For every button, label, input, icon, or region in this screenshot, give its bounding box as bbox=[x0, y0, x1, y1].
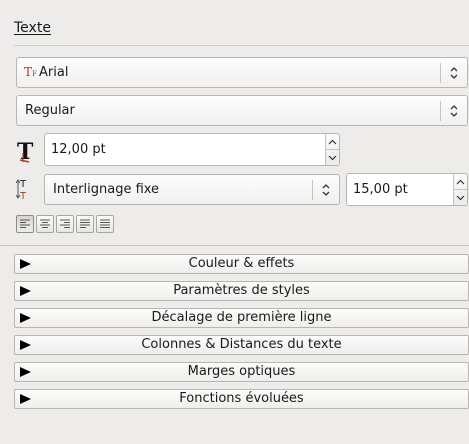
font-family-select[interactable]: TF Arial bbox=[16, 57, 468, 88]
line-spacing-mode-value: Interlignage fixe bbox=[53, 182, 160, 197]
svg-text:T: T bbox=[19, 191, 27, 201]
section-label: Décalage de première ligne bbox=[151, 310, 332, 325]
align-force-justify-icon bbox=[100, 219, 110, 228]
line-spacing-spin-buttons bbox=[453, 174, 467, 205]
font-size-spin-buttons bbox=[325, 134, 339, 165]
align-left-button[interactable] bbox=[16, 215, 34, 233]
chevron-up-icon bbox=[456, 179, 465, 185]
align-justify-button[interactable] bbox=[76, 215, 94, 233]
line-spacing-value: 15,00 pt bbox=[353, 182, 408, 197]
font-family-icon: TF bbox=[24, 65, 37, 79]
align-force-justify-button[interactable] bbox=[96, 215, 114, 233]
align-center-button[interactable] bbox=[36, 215, 54, 233]
up-down-arrows-icon bbox=[450, 67, 458, 79]
font-style-select[interactable]: Regular bbox=[16, 95, 468, 126]
section-label: Paramètres de styles bbox=[173, 283, 310, 298]
combo-separator bbox=[440, 101, 441, 121]
align-right-icon bbox=[60, 219, 70, 228]
font-family-value: Arial bbox=[39, 65, 69, 80]
chevron-down-icon bbox=[328, 155, 337, 160]
text-properties-panel: Texte TF Arial Regular T 12,00 pt T T In… bbox=[0, 0, 469, 444]
section-parametres-styles[interactable]: Paramètres de styles bbox=[14, 281, 469, 301]
combo-separator bbox=[440, 63, 441, 83]
svg-text:T: T bbox=[19, 179, 27, 190]
section-fonctions-evoluees[interactable]: Fonctions évoluées bbox=[14, 389, 469, 409]
font-size-spinbox[interactable]: 12,00 pt bbox=[44, 133, 340, 166]
section-decalage-premiere-ligne[interactable]: Décalage de première ligne bbox=[14, 308, 469, 328]
align-left-icon bbox=[20, 219, 30, 228]
line-spacing-spinbox[interactable]: 15,00 pt bbox=[346, 173, 468, 206]
title-separator bbox=[14, 45, 469, 46]
section-label: Marges optiques bbox=[187, 364, 296, 379]
line-spacing-decrement-button[interactable] bbox=[454, 190, 467, 206]
section-label: Couleur & effets bbox=[188, 256, 295, 271]
section-label: Fonctions évoluées bbox=[179, 391, 304, 406]
font-style-value: Regular bbox=[25, 103, 75, 118]
section-couleur-effets[interactable]: Couleur & effets bbox=[14, 254, 469, 274]
font-size-icon: T bbox=[17, 139, 34, 164]
up-down-arrows-icon bbox=[450, 105, 458, 117]
font-size-value: 12,00 pt bbox=[51, 142, 106, 157]
up-down-arrows-icon bbox=[322, 184, 330, 196]
align-right-button[interactable] bbox=[56, 215, 74, 233]
align-justify-icon bbox=[80, 219, 90, 228]
align-center-icon bbox=[40, 219, 50, 228]
line-spacing-icon: T T bbox=[16, 179, 27, 201]
panel-title-text: Texte bbox=[14, 20, 51, 36]
font-size-increment-button[interactable] bbox=[326, 134, 339, 150]
chevron-down-icon bbox=[456, 195, 465, 200]
section-divider bbox=[0, 245, 469, 246]
chevron-up-icon bbox=[328, 139, 337, 145]
section-colonnes-distances[interactable]: Colonnes & Distances du texte bbox=[14, 335, 469, 355]
svg-text:T: T bbox=[17, 139, 34, 164]
panel-title: Texte bbox=[14, 20, 51, 36]
section-label: Colonnes & Distances du texte bbox=[141, 337, 342, 352]
section-marges-optiques[interactable]: Marges optiques bbox=[14, 362, 469, 382]
font-size-decrement-button[interactable] bbox=[326, 150, 339, 166]
combo-separator bbox=[312, 180, 313, 200]
line-spacing-increment-button[interactable] bbox=[454, 174, 467, 190]
line-spacing-mode-select[interactable]: Interlignage fixe bbox=[44, 174, 340, 205]
